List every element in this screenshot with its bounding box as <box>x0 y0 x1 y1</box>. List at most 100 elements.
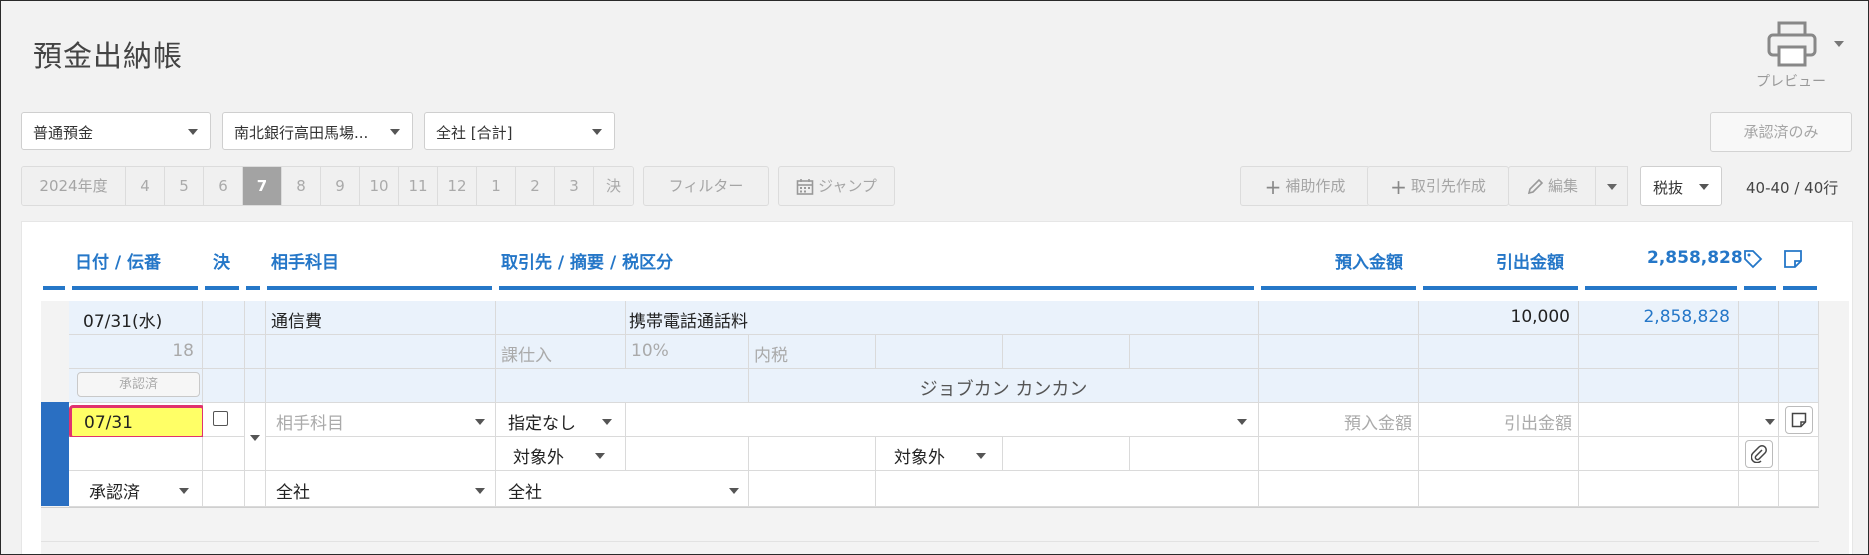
add-partner-button[interactable]: + 取引先作成 <box>1367 166 1509 206</box>
entry-cell <box>1739 335 1779 369</box>
chevron-down-icon[interactable] <box>250 435 260 441</box>
month-selector: 2024年度 4 5 6 7 8 9 10 11 12 1 2 3 決 <box>21 166 634 206</box>
entry-memo[interactable]: 携帯電話通話料 <box>626 301 1259 335</box>
printer-icon[interactable] <box>1765 21 1821 69</box>
column-header-settle[interactable]: 決 <box>213 248 230 273</box>
month-button[interactable]: 3 <box>555 167 594 205</box>
account-select[interactable]: 普通預金 <box>21 112 211 150</box>
chevron-down-icon <box>1607 184 1617 190</box>
form-cell <box>1259 437 1419 471</box>
chevron-down-icon <box>592 129 602 135</box>
active-row-indicator <box>41 402 69 506</box>
tax-category-select[interactable]: 対象外 <box>496 437 626 471</box>
pencil-icon <box>1527 178 1544 194</box>
month-button-active[interactable]: 7 <box>243 167 282 205</box>
preview-dropdown-icon[interactable] <box>1834 41 1844 47</box>
entry-tax-rate[interactable]: 10% <box>626 335 749 369</box>
entry-partner[interactable]: ジョブカン カンカン <box>749 369 1259 403</box>
header-underline <box>205 286 239 290</box>
entry-cell <box>1003 335 1130 369</box>
form-cell <box>1579 471 1739 507</box>
department-select-value: 全社 <box>276 483 310 503</box>
entry-slip-no: 18 <box>69 335 203 369</box>
attachment-button[interactable] <box>1745 440 1773 468</box>
form-cell <box>1739 471 1779 507</box>
partner-select[interactable] <box>626 403 1259 437</box>
chevron-down-icon <box>188 129 198 135</box>
form-cell[interactable] <box>1003 437 1130 471</box>
column-header-partner-memo[interactable]: 取引先 / 摘要 / 税区分 <box>501 248 673 273</box>
entry-deposit[interactable] <box>1259 301 1419 335</box>
status-select-value: 承認済 <box>89 483 140 503</box>
form-cell <box>1259 471 1419 507</box>
column-header-withdrawal[interactable]: 引出金額 <box>1496 248 1564 273</box>
month-button[interactable]: 4 <box>126 167 165 205</box>
tax-type-input[interactable] <box>749 437 876 471</box>
entry-date[interactable]: 07/31(水) <box>69 301 203 335</box>
chevron-down-icon <box>179 488 189 494</box>
month-button[interactable]: 11 <box>399 167 438 205</box>
entry-account[interactable]: 通信費 <box>266 301 496 335</box>
add-sub-account-button[interactable]: + 補助作成 <box>1240 166 1370 206</box>
approved-only-button[interactable]: 承認済のみ <box>1710 112 1852 152</box>
jump-button[interactable]: ジャンプ <box>778 166 895 206</box>
header-underline <box>499 286 1254 290</box>
month-button[interactable]: 5 <box>165 167 204 205</box>
bank-select[interactable]: 南北銀行高田馬場... <box>222 112 413 150</box>
month-button[interactable]: 12 <box>438 167 477 205</box>
entry-memo-cell <box>1779 301 1819 335</box>
deposit-input[interactable]: 預入金額 <box>1259 403 1419 437</box>
column-header-date[interactable]: 日付 / 伝番 <box>75 248 161 273</box>
column-header-deposit[interactable]: 預入金額 <box>1335 248 1403 273</box>
filter-button[interactable]: フィルター <box>643 166 769 206</box>
entry-settle-cell <box>203 301 245 335</box>
chevron-down-icon <box>976 453 986 459</box>
entry-cell <box>1419 335 1579 369</box>
department-select[interactable]: 全社 <box>266 471 496 507</box>
header-underline <box>43 286 65 290</box>
entry-cell <box>1419 369 1579 403</box>
memo-icon[interactable] <box>1783 249 1803 269</box>
tax-mode-value: 税抜 <box>1653 179 1684 197</box>
department-select-2[interactable]: 全社 <box>496 471 749 507</box>
tax-mode-select[interactable]: 税抜 <box>1640 166 1722 206</box>
form-cell[interactable] <box>1130 437 1259 471</box>
tax-rate-input[interactable] <box>626 437 749 471</box>
paperclip-icon <box>1751 445 1767 463</box>
chevron-down-icon <box>475 488 485 494</box>
edit-dropdown-button[interactable] <box>1595 166 1628 206</box>
month-button[interactable]: 1 <box>477 167 516 205</box>
entry-tax-category[interactable]: 課仕入 <box>496 335 626 369</box>
preview-label[interactable]: プレビュー <box>1741 71 1841 91</box>
month-button[interactable]: 10 <box>360 167 399 205</box>
date-input[interactable]: 07/31 <box>69 405 205 439</box>
form-cell[interactable] <box>876 471 1259 507</box>
company-select[interactable]: 全社 [合計] <box>424 112 615 150</box>
entry-cell <box>1579 369 1739 403</box>
form-cell[interactable] <box>749 471 876 507</box>
chevron-down-icon <box>1765 419 1775 425</box>
fiscal-year-button[interactable]: 2024年度 <box>22 167 126 205</box>
settlement-month-button[interactable]: 決 <box>594 167 633 205</box>
form-cell <box>1579 437 1739 471</box>
chevron-down-icon <box>602 419 612 425</box>
month-button[interactable]: 9 <box>321 167 360 205</box>
entry-tax-type[interactable]: 内税 <box>749 335 876 369</box>
column-header-counter-account[interactable]: 相手科目 <box>271 248 339 273</box>
entry-withdrawal[interactable]: 10,000 <box>1419 301 1579 335</box>
note-button[interactable] <box>1785 406 1813 434</box>
chevron-down-icon <box>595 453 605 459</box>
form-cell <box>203 471 245 507</box>
month-button[interactable]: 6 <box>204 167 243 205</box>
settlement-checkbox[interactable] <box>213 411 228 426</box>
counter-account-select[interactable]: 相手科目 <box>266 403 496 437</box>
entry-cell <box>245 335 266 369</box>
month-button[interactable]: 8 <box>282 167 321 205</box>
tag-icon[interactable] <box>1743 249 1763 269</box>
withdrawal-input[interactable]: 引出金額 <box>1419 403 1579 437</box>
header-underline <box>1261 286 1416 290</box>
edit-button[interactable]: 編集 <box>1508 166 1596 206</box>
entry-cell <box>1259 335 1419 369</box>
month-button[interactable]: 2 <box>516 167 555 205</box>
entry-cell <box>266 369 496 403</box>
